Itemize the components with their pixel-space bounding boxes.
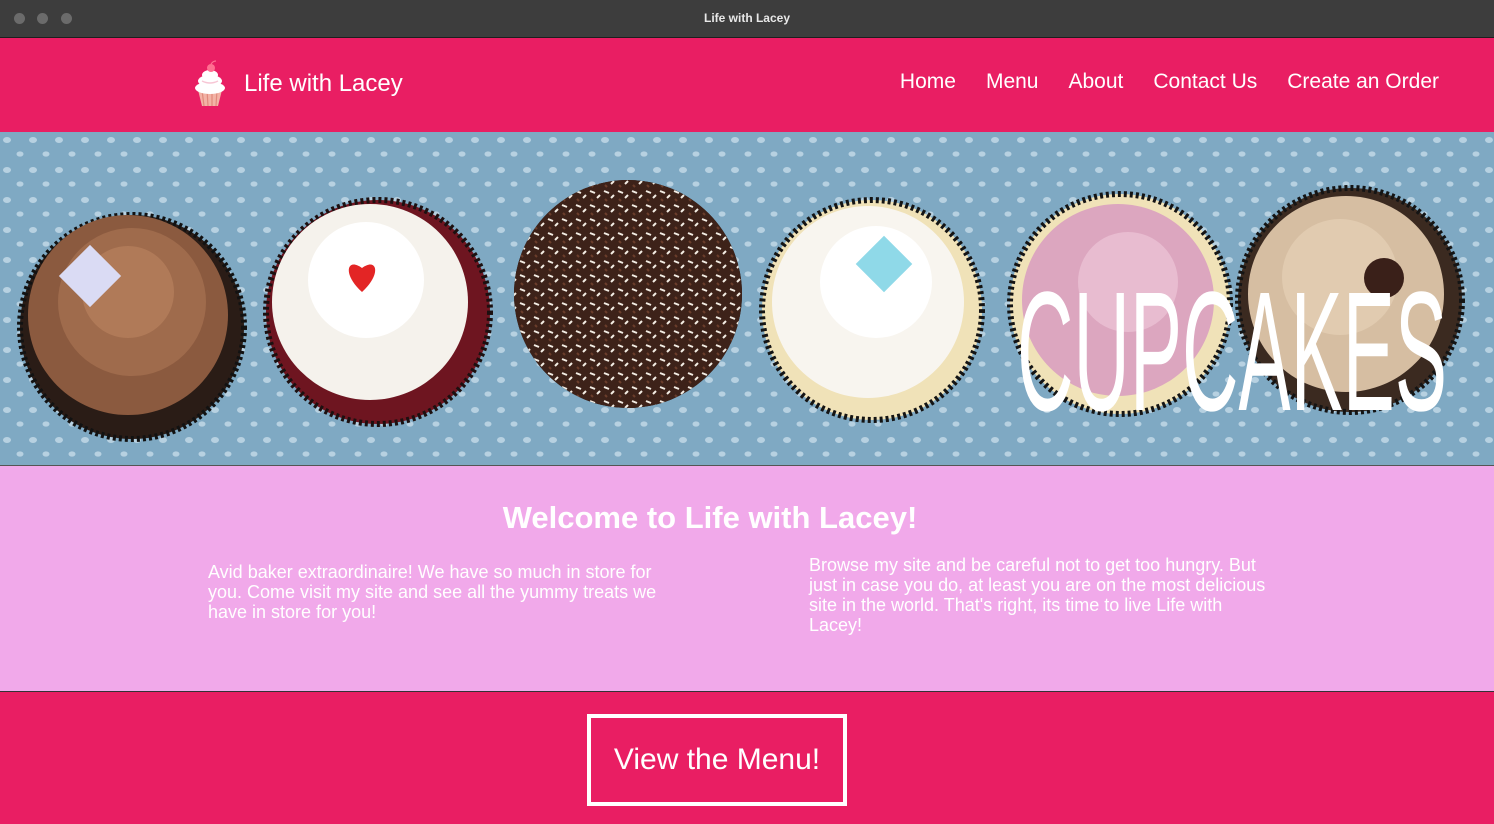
hero-overlay-text: CUPCAKES — [1017, 257, 1447, 447]
view-menu-button[interactable]: View the Menu! — [587, 714, 847, 806]
nav-contact-link[interactable]: Contact Us — [1153, 70, 1257, 94]
welcome-title: Welcome to Life with Lacey! — [502, 500, 918, 535]
window-title: Life with Lacey — [703, 11, 791, 25]
welcome-section: Welcome to Life with Lacey! Avid baker e… — [0, 466, 1494, 692]
sprinkle-cupcake — [514, 180, 742, 408]
chocolate-cupcake — [17, 212, 247, 442]
cupcakes-hero-image: CUPCAKES — [0, 132, 1494, 465]
brand-name: Life with Lacey — [244, 70, 403, 97]
site-navbar: Life with Lacey Home Menu About Contact … — [0, 38, 1494, 132]
hero-banner: CUPCAKES — [0, 132, 1494, 466]
main-nav: Home Menu About Contact Us Create an Ord… — [870, 70, 1439, 94]
cupcake-logo-icon — [195, 60, 225, 107]
window-titlebar: Life with Lacey — [0, 0, 1494, 38]
welcome-browse-text: Browse my site and be careful not to get… — [809, 555, 1266, 635]
welcome-intro-text: Avid baker extraordinaire! We have so mu… — [208, 562, 657, 622]
red-velvet-cupcake — [263, 197, 493, 427]
nav-menu-link[interactable]: Menu — [986, 70, 1039, 94]
browser-window: Life with Lacey Life with Lacey Home Men… — [0, 0, 1494, 824]
nav-home-link[interactable]: Home — [900, 70, 956, 94]
vanilla-cupcake — [759, 197, 985, 423]
nav-create-order-link[interactable]: Create an Order — [1287, 70, 1439, 94]
brand[interactable]: Life with Lacey — [190, 60, 403, 108]
cta-section: View the Menu! — [0, 692, 1494, 824]
nav-about-link[interactable]: About — [1068, 70, 1123, 94]
